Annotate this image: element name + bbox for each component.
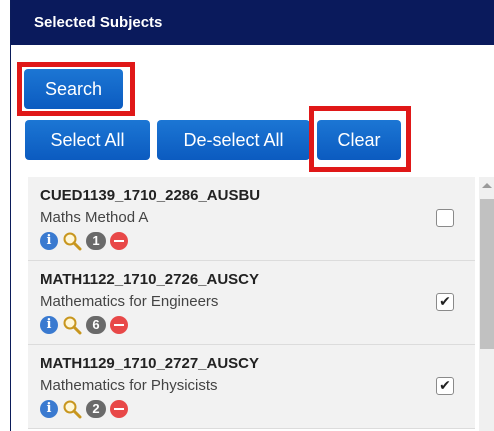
list-item[interactable]: MATH1129_1710_2727_AUSCY Mathematics for… — [28, 345, 475, 429]
subject-actions: i 2 — [40, 399, 128, 419]
count-badge: 1 — [86, 232, 106, 250]
remove-icon[interactable] — [110, 232, 128, 250]
magnifier-icon[interactable] — [62, 399, 82, 419]
remove-icon[interactable] — [110, 400, 128, 418]
scroll-up-arrow-icon[interactable] — [482, 183, 492, 188]
subject-code: MATH1122_1710_2726_AUSCY — [40, 271, 260, 288]
info-icon[interactable]: i — [40, 400, 58, 418]
deselect-all-button[interactable]: De-select All — [157, 120, 310, 160]
panel-title: Selected Subjects — [11, 0, 494, 45]
selected-subjects-panel: Selected Subjects Search Select All De-s… — [10, 0, 494, 431]
subject-actions: i 6 — [40, 315, 128, 335]
subject-code: CUED1139_1710_2286_AUSBU — [40, 187, 261, 204]
subject-list: CUED1139_1710_2286_AUSBU Maths Method A … — [28, 177, 494, 431]
subject-checkbox[interactable] — [436, 209, 454, 227]
subject-checkbox[interactable]: ✔ — [436, 293, 454, 311]
info-icon[interactable]: i — [40, 232, 58, 250]
list-item[interactable]: CUED1139_1710_2286_AUSBU Maths Method A … — [28, 177, 475, 261]
select-all-button[interactable]: Select All — [25, 120, 150, 160]
scroll-thumb[interactable] — [480, 199, 494, 349]
count-badge: 6 — [86, 316, 106, 334]
subject-checkbox[interactable]: ✔ — [436, 377, 454, 395]
count-badge: 2 — [86, 400, 106, 418]
scrollbar[interactable] — [479, 177, 494, 431]
list-item[interactable]: MATH1122_1710_2726_AUSCY Mathematics for… — [28, 261, 475, 345]
subject-name: Maths Method A — [40, 209, 149, 226]
remove-icon[interactable] — [110, 316, 128, 334]
subject-name: Mathematics for Engineers — [40, 293, 219, 310]
search-button[interactable]: Search — [24, 69, 123, 109]
magnifier-icon[interactable] — [62, 315, 82, 335]
magnifier-icon[interactable] — [62, 231, 82, 251]
clear-button[interactable]: Clear — [317, 120, 401, 160]
subject-code: MATH1129_1710_2727_AUSCY — [40, 355, 260, 372]
subject-name: Mathematics for Physicists — [40, 377, 218, 394]
info-icon[interactable]: i — [40, 316, 58, 334]
subject-actions: i 1 — [40, 231, 128, 251]
